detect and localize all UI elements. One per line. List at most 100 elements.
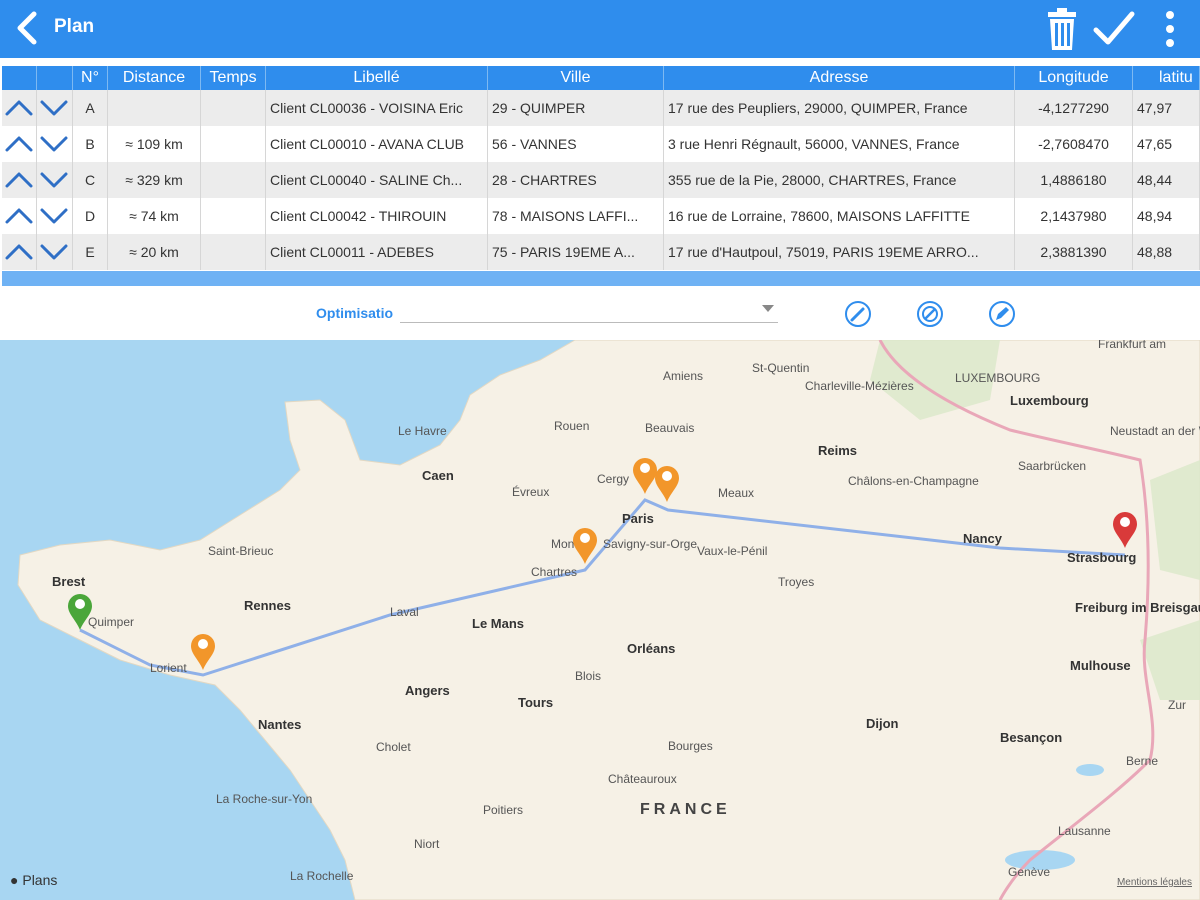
cell-latitude: 47,65 (1133, 126, 1200, 162)
cell-ville: 75 - PARIS 19EME A... (488, 234, 664, 270)
chevron-down-icon[interactable] (39, 166, 69, 194)
city-label: Beauvais (645, 421, 694, 435)
city-label: Berne (1126, 754, 1158, 768)
column-header-latitude[interactable]: latitu (1133, 66, 1200, 90)
city-label: Le Mans (472, 616, 524, 631)
cell-adresse: 3 rue Henri Régnault, 56000, VANNES, Fra… (664, 126, 1015, 162)
city-label: Chartres (531, 565, 577, 579)
cell-temps (201, 126, 266, 162)
cell-libelle: Client CL00040 - SALINE Ch... (266, 162, 488, 198)
cell-num: C (73, 162, 108, 198)
cell-latitude: 48,44 (1133, 162, 1200, 198)
cell-longitude: -4,1277290 (1015, 90, 1133, 126)
city-label: Charleville-Mézières (805, 379, 914, 393)
cell-libelle: Client CL00042 - THIROUIN (266, 198, 488, 234)
cell-temps (201, 90, 266, 126)
target-circle-icon[interactable] (916, 300, 944, 328)
city-label: Bourges (668, 739, 713, 753)
check-icon[interactable] (1092, 6, 1136, 52)
column-header-temps[interactable]: Temps (201, 66, 266, 90)
table-row-selected[interactable] (2, 271, 1200, 286)
city-label: Niort (414, 837, 440, 851)
city-label: Troyes (778, 575, 814, 589)
chevron-up-icon[interactable] (4, 166, 34, 194)
city-label: La Roche-sur-Yon (216, 792, 312, 806)
cell-adresse: 16 rue de Lorraine, 78600, MAISONS LAFFI… (664, 198, 1015, 234)
city-label: Freiburg im Breisgau (1075, 600, 1200, 615)
cell-latitude: 48,88 (1133, 234, 1200, 270)
page-title: Plan (54, 16, 95, 37)
pencil-circle-icon[interactable] (988, 300, 1016, 328)
column-header-adresse[interactable]: Adresse (664, 66, 1015, 90)
cell-temps (201, 198, 266, 234)
city-label: Lorient (150, 661, 187, 675)
more-vertical-icon[interactable] (1150, 6, 1194, 52)
optimisation-bar: Optimisatio (0, 288, 1200, 340)
chevron-down-icon[interactable] (39, 94, 69, 122)
cell-num: D (73, 198, 108, 234)
city-label: Lausanne (1058, 824, 1111, 838)
move-up-cell (2, 162, 37, 198)
apple-logo-icon: ● (10, 872, 19, 888)
move-up-cell (2, 90, 37, 126)
move-down-cell (37, 234, 73, 270)
city-label: Dijon (866, 716, 899, 731)
city-label: Rouen (554, 419, 589, 433)
city-label: Orléans (627, 641, 675, 656)
column-header-number[interactable]: N° (73, 66, 108, 90)
table-row[interactable]: E ≈ 20 km Client CL00011 - ADEBES 75 - PARI… (2, 234, 1200, 270)
cell-ville: 28 - CHARTRES (488, 162, 664, 198)
cell-libelle: Client CL00011 - ADEBES (266, 234, 488, 270)
table-row[interactable]: A Client CL00036 - VOISINA Eric 29 - QUIMP… (2, 90, 1200, 126)
city-label: Amiens (663, 369, 703, 383)
cell-longitude: -2,7608470 (1015, 126, 1133, 162)
cell-temps (201, 162, 266, 198)
move-up-cell (2, 198, 37, 234)
move-up-cell (2, 126, 37, 162)
cell-adresse: 355 rue de la Pie, 28000, CHARTRES, Fran… (664, 162, 1015, 198)
cell-ville: 78 - MAISONS LAFFI... (488, 198, 664, 234)
column-header-longitude[interactable]: Longitude (1015, 66, 1133, 90)
city-label: Saint-Brieuc (208, 544, 273, 558)
cell-ville: 29 - QUIMPER (488, 90, 664, 126)
chevron-down-icon[interactable] (39, 130, 69, 158)
table-row[interactable]: C ≈ 329 km Client CL00040 - SALINE Ch... 28… (2, 162, 1200, 198)
table-row[interactable]: D ≈ 74 km Client CL00042 - THIROUIN 78 - MA… (2, 198, 1200, 234)
cell-adresse: 17 rue des Peupliers, 29000, QUIMPER, Fr… (664, 90, 1015, 126)
chevron-up-icon[interactable] (4, 130, 34, 158)
chevron-up-icon[interactable] (4, 94, 34, 122)
chevron-down-icon[interactable] (39, 238, 69, 266)
city-label: Tours (518, 695, 553, 710)
cell-num: E (73, 234, 108, 270)
city-label: Nantes (258, 717, 301, 732)
chevron-up-icon[interactable] (4, 238, 34, 266)
city-label: Saarbrücken (1018, 459, 1086, 473)
optimisation-label: Optimisatio (316, 305, 394, 321)
map-view[interactable]: Frankfurt am Amiens St-Quentin Charlevil… (0, 340, 1200, 900)
map-canvas[interactable]: Frankfurt am Amiens St-Quentin Charlevil… (0, 340, 1200, 900)
cell-libelle: Client CL00010 - AVANA CLUB (266, 126, 488, 162)
edit-circle-icon[interactable] (844, 300, 872, 328)
column-header-ville[interactable]: Ville (488, 66, 664, 90)
cell-ville: 56 - VANNES (488, 126, 664, 162)
city-label: Châlons-en-Champagne (848, 474, 979, 488)
top-bar: Plan (0, 0, 1200, 58)
chevron-down-icon[interactable] (39, 202, 69, 230)
column-header-libelle[interactable]: Libellé (266, 66, 488, 90)
city-label: Caen (422, 468, 454, 483)
city-label: Besançon (1000, 730, 1062, 745)
move-down-cell (37, 126, 73, 162)
cell-longitude: 2,3881390 (1015, 234, 1133, 270)
optimisation-select[interactable] (400, 300, 778, 323)
chevron-up-icon[interactable] (4, 202, 34, 230)
chevron-down-icon (762, 305, 774, 312)
move-down-cell (37, 198, 73, 234)
table-row[interactable]: B ≈ 109 km Client CL00010 - AVANA CLUB 56 -… (2, 126, 1200, 162)
column-header-distance[interactable]: Distance (108, 66, 201, 90)
legal-link[interactable]: Mentions légales (1117, 877, 1192, 888)
trash-icon[interactable] (1040, 6, 1084, 52)
city-label: Reims (818, 443, 857, 458)
cell-libelle: Client CL00036 - VOISINA Eric (266, 90, 488, 126)
city-label: St-Quentin (752, 361, 809, 375)
chevron-left-icon[interactable] (8, 8, 48, 48)
